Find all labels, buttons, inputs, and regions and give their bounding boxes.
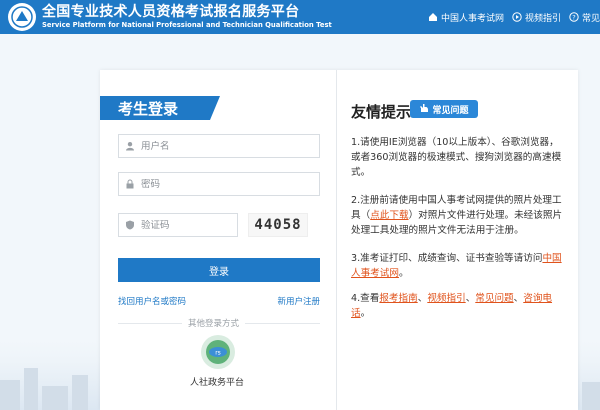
user-icon [119,141,141,151]
gov-platform-icon[interactable]: rs [201,335,235,369]
faq-badge-button[interactable]: 常见问题 [410,100,478,118]
hand-icon [419,103,429,116]
captcha-input[interactable] [141,219,231,231]
notice-item-3: 3.准考证打印、成绩查询、证书查验等请访问中国人事考试网。 [351,251,566,281]
separator: 、 [417,293,428,304]
nav-cpta-link[interactable]: 中国人事考试网 [428,11,504,24]
site-subtitle: Service Platform for National Profession… [42,20,332,29]
login-title: 考生登录 [100,96,220,120]
separator: 、 [513,293,524,304]
notice-title: 友情提示 [351,103,412,121]
notice-item-2: 2.注册前请使用中国人事考试网提供的照片处理工具（点此下载）对照片文件进行处理。… [351,193,566,238]
other-login-label: 其他登录方式 [182,317,246,329]
logo [8,3,36,31]
notice-item-4-text-a: 4.查看 [351,293,380,304]
separator: 、 [465,293,476,304]
faq-link[interactable]: 常见问题 [475,293,513,304]
notice-item-3-text-a: 3.准考证打印、成绩查询、证书查验等请访问 [351,253,543,264]
faq-badge-label: 常见问题 [432,105,469,116]
login-button[interactable]: 登录 [118,258,320,282]
password-input[interactable] [141,178,291,190]
register-link[interactable]: 新用户注册 [277,295,320,307]
notice-item-1-text: 1.请使用IE浏览器（10以上版本）、谷歌浏览器，或者360浏览器的极速模式、搜… [351,137,562,178]
username-field[interactable] [118,134,320,158]
login-card: 考生登录 44058 登录 找回用户名或密码 新用户注册 其他登录方式 rs 人… [100,70,578,410]
top-header: 全国专业技术人员资格考试报名服务平台 Service Platform for … [0,0,600,34]
video-guide-link[interactable]: 视频指引 [427,293,465,304]
captcha-field[interactable] [118,213,238,237]
question-icon: ? [569,12,579,22]
username-input[interactable] [141,140,291,152]
nav-label: 常见 [581,13,600,24]
shield-icon [119,220,141,230]
download-tool-link[interactable]: 点此下载 [370,210,408,221]
video-icon [512,12,522,22]
exam-guide-link[interactable]: 报考指南 [379,293,417,304]
nav-label: 中国人事考试网 [440,13,504,24]
nav-label: 视频指引 [524,13,561,24]
home-icon [428,12,438,22]
svg-text:rs: rs [215,350,221,357]
site-title: 全国专业技术人员资格考试报名服务平台 [42,4,300,21]
password-field[interactable] [118,172,320,196]
nav-faq-link[interactable]: ? 常见 [569,11,600,24]
svg-text:?: ? [572,13,575,21]
card-divider [336,70,337,410]
notice-item-3-text-b: 。 [398,268,409,279]
notice-item-1: 1.请使用IE浏览器（10以上版本）、谷歌浏览器，或者360浏览器的极速模式、搜… [351,135,566,180]
lock-icon [119,179,141,189]
nav-video-guide-link[interactable]: 视频指引 [512,11,561,24]
forgot-credentials-link[interactable]: 找回用户名或密码 [118,295,186,307]
gov-platform-label[interactable]: 人社政务平台 [190,375,244,388]
period: 。 [360,308,371,319]
captcha-image[interactable]: 44058 [248,213,308,237]
notice-item-4: 4.查看报考指南、视频指引、常见问题、咨询电话。 [351,291,566,321]
